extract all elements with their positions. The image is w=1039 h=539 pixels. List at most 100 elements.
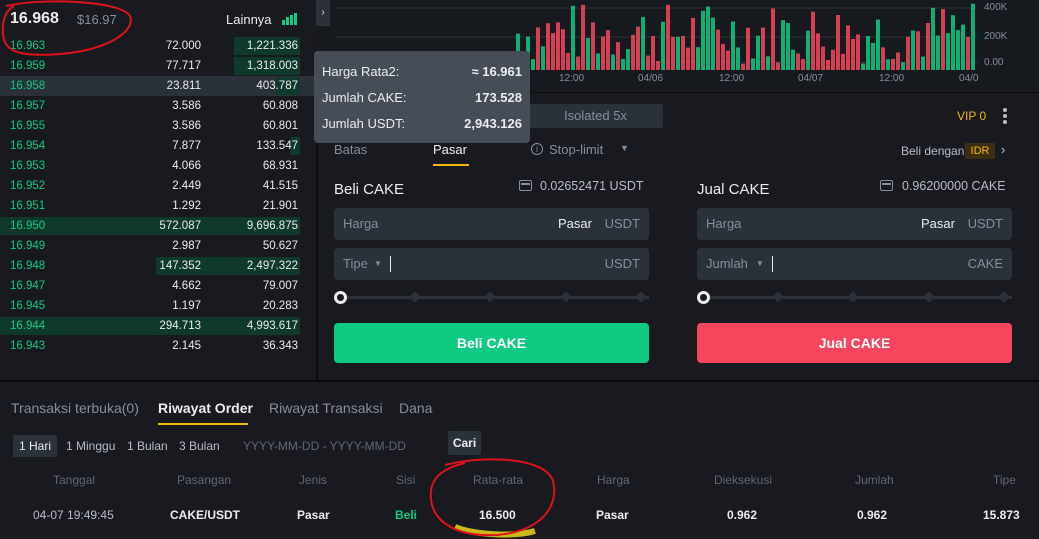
date-range-input[interactable]: YYYY-MM-DD - YYYY-MM-DD bbox=[243, 435, 406, 457]
volume-bar bbox=[921, 56, 925, 70]
order-book-row[interactable]: 16.963 72.000 1,221.336 bbox=[0, 36, 316, 56]
vip-level[interactable]: VIP 0 bbox=[957, 109, 986, 123]
tab-trade-history[interactable]: Riwayat Transaksi bbox=[269, 400, 383, 416]
volume-bar bbox=[821, 46, 825, 70]
row-amount: 1.197 bbox=[172, 300, 201, 312]
volume-bar bbox=[786, 23, 790, 70]
row-total: 133.547 bbox=[256, 140, 298, 152]
order-book: 16.968 $16.97 Lainnya 16.963 72.000 1,221.… bbox=[0, 0, 316, 380]
slider-handle[interactable] bbox=[334, 291, 347, 304]
period-1-month[interactable]: 1 Bulan bbox=[127, 435, 168, 457]
order-book-row[interactable]: 16.951 1.292 21.901 bbox=[0, 196, 316, 216]
caret-down-icon[interactable]: ▼ bbox=[620, 143, 629, 153]
row-amount: 2.449 bbox=[172, 180, 201, 192]
row-price: 16.957 bbox=[10, 100, 46, 112]
margin-mode-button[interactable]: Isolated 5x bbox=[528, 104, 663, 128]
chevron-right-icon[interactable]: › bbox=[1001, 142, 1005, 157]
signal-bars-icon[interactable] bbox=[282, 13, 298, 25]
order-book-row[interactable]: 16.954 7.877 133.547 bbox=[0, 136, 316, 156]
order-book-row[interactable]: 16.958 23.811 403.787 bbox=[0, 76, 316, 96]
buy-button[interactable]: Beli CAKE bbox=[334, 323, 649, 363]
field-type-selector[interactable]: Tipe bbox=[343, 256, 368, 271]
row-total: 50.627 bbox=[262, 240, 298, 252]
period-1-day[interactable]: 1 Hari bbox=[13, 435, 58, 457]
volume-bar bbox=[826, 60, 830, 70]
cell-executed: 0.962 bbox=[727, 508, 758, 522]
time-label: 04/06 bbox=[638, 73, 664, 84]
order-book-row[interactable]: 16.945 1.197 20.283 bbox=[0, 296, 316, 316]
field-value: Pasar bbox=[558, 216, 592, 231]
order-book-row[interactable]: 16.949 2.987 50.627 bbox=[0, 236, 316, 256]
row-price: 16.951 bbox=[10, 200, 46, 212]
buy-amount-slider[interactable] bbox=[334, 291, 649, 304]
volume-bar bbox=[561, 29, 565, 70]
order-book-row[interactable]: 16.948 147.352 2,497.322 bbox=[0, 256, 316, 276]
row-price: 16.947 bbox=[10, 280, 46, 292]
row-price: 16.955 bbox=[10, 120, 46, 132]
volume-bar bbox=[601, 36, 605, 70]
tab-market[interactable]: Pasar bbox=[433, 142, 467, 157]
volume-bar bbox=[576, 56, 580, 70]
caret-down-icon[interactable]: ▼ bbox=[374, 259, 382, 268]
column-header: Sisi bbox=[396, 473, 416, 487]
search-button[interactable]: Cari bbox=[448, 431, 481, 455]
column-header: Tipe bbox=[993, 473, 1016, 487]
period-1-week[interactable]: 1 Minggu bbox=[66, 435, 115, 457]
volume-bar bbox=[751, 58, 755, 70]
sell-amount-slider[interactable] bbox=[697, 291, 1012, 304]
tooltip-row: Harga Rata2: ≈ 16.961 bbox=[322, 64, 522, 84]
volume-bar bbox=[911, 30, 915, 70]
sell-button[interactable]: Jual CAKE bbox=[697, 323, 1012, 363]
volume-bar bbox=[616, 42, 620, 70]
order-book-row[interactable]: 16.944 294.713 4,993.617 bbox=[0, 316, 316, 336]
order-book-row[interactable]: 16.957 3.586 60.808 bbox=[0, 96, 316, 116]
volume-bar bbox=[656, 61, 660, 70]
field-value: Pasar bbox=[921, 216, 955, 231]
orders-section: Transaksi terbuka(0) Riwayat Order Riway… bbox=[0, 382, 1039, 539]
volume-bar bbox=[936, 35, 940, 70]
row-price: 16.952 bbox=[10, 180, 46, 192]
tab-limit[interactable]: Batas bbox=[334, 142, 367, 157]
buy-available-balance: 0.02652471 USDT bbox=[540, 179, 644, 193]
order-book-row[interactable]: 16.959 77.717 1,318.003 bbox=[0, 56, 316, 76]
sell-price-field[interactable]: Harga Pasar USDT bbox=[697, 208, 1012, 240]
order-book-row[interactable]: 16.952 2.449 41.515 bbox=[0, 176, 316, 196]
order-book-row[interactable]: 16.943 2.145 36.343 bbox=[0, 336, 316, 356]
row-amount: 3.586 bbox=[172, 120, 201, 132]
order-book-row[interactable]: 16.950 572.087 9,696.875 bbox=[0, 216, 316, 236]
field-unit: CAKE bbox=[967, 256, 1003, 271]
tooltip-label: Jumlah CAKE: bbox=[322, 90, 407, 105]
volume-bar bbox=[681, 36, 685, 70]
info-icon[interactable]: i bbox=[531, 143, 543, 155]
more-button[interactable]: Lainnya bbox=[226, 12, 272, 27]
tooltip-value: ≈ 16.961 bbox=[471, 64, 522, 79]
cell-pair: CAKE/USDT bbox=[170, 508, 241, 522]
buy-with-currency[interactable]: IDR bbox=[965, 143, 995, 159]
order-book-row[interactable]: 16.947 4.662 79.007 bbox=[0, 276, 316, 296]
tab-funds[interactable]: Dana bbox=[399, 400, 432, 416]
volume-bar bbox=[631, 34, 635, 70]
order-book-row[interactable]: 16.953 4.066 68.931 bbox=[0, 156, 316, 176]
field-type-selector[interactable]: Jumlah bbox=[706, 256, 748, 271]
volume-bar bbox=[791, 49, 795, 70]
buy-with-label[interactable]: Beli dengan bbox=[901, 144, 964, 158]
volume-bar bbox=[741, 63, 745, 70]
volume-bar bbox=[556, 22, 560, 70]
buy-amount-field[interactable]: Tipe ▼ USDT bbox=[334, 248, 649, 280]
time-label: 04/07 bbox=[798, 73, 824, 84]
order-book-row[interactable]: 16.955 3.586 60.801 bbox=[0, 116, 316, 136]
volume-bar bbox=[571, 5, 575, 71]
tab-stop-limit[interactable]: Stop-limit bbox=[549, 142, 603, 157]
period-3-months[interactable]: 3 Bulan bbox=[179, 435, 220, 457]
volume-bar bbox=[711, 17, 715, 70]
caret-down-icon[interactable]: ▼ bbox=[756, 259, 764, 268]
volume-bar bbox=[756, 35, 760, 70]
volume-bar bbox=[781, 20, 785, 71]
more-options-icon[interactable] bbox=[1003, 108, 1009, 126]
volume-bar bbox=[621, 59, 625, 70]
buy-price-field[interactable]: Harga Pasar USDT bbox=[334, 208, 649, 240]
slider-handle[interactable] bbox=[697, 291, 710, 304]
tab-order-history[interactable]: Riwayat Order bbox=[158, 400, 253, 416]
sell-amount-field[interactable]: Jumlah ▼ CAKE bbox=[697, 248, 1012, 280]
tab-open-orders[interactable]: Transaksi terbuka(0) bbox=[11, 400, 139, 416]
